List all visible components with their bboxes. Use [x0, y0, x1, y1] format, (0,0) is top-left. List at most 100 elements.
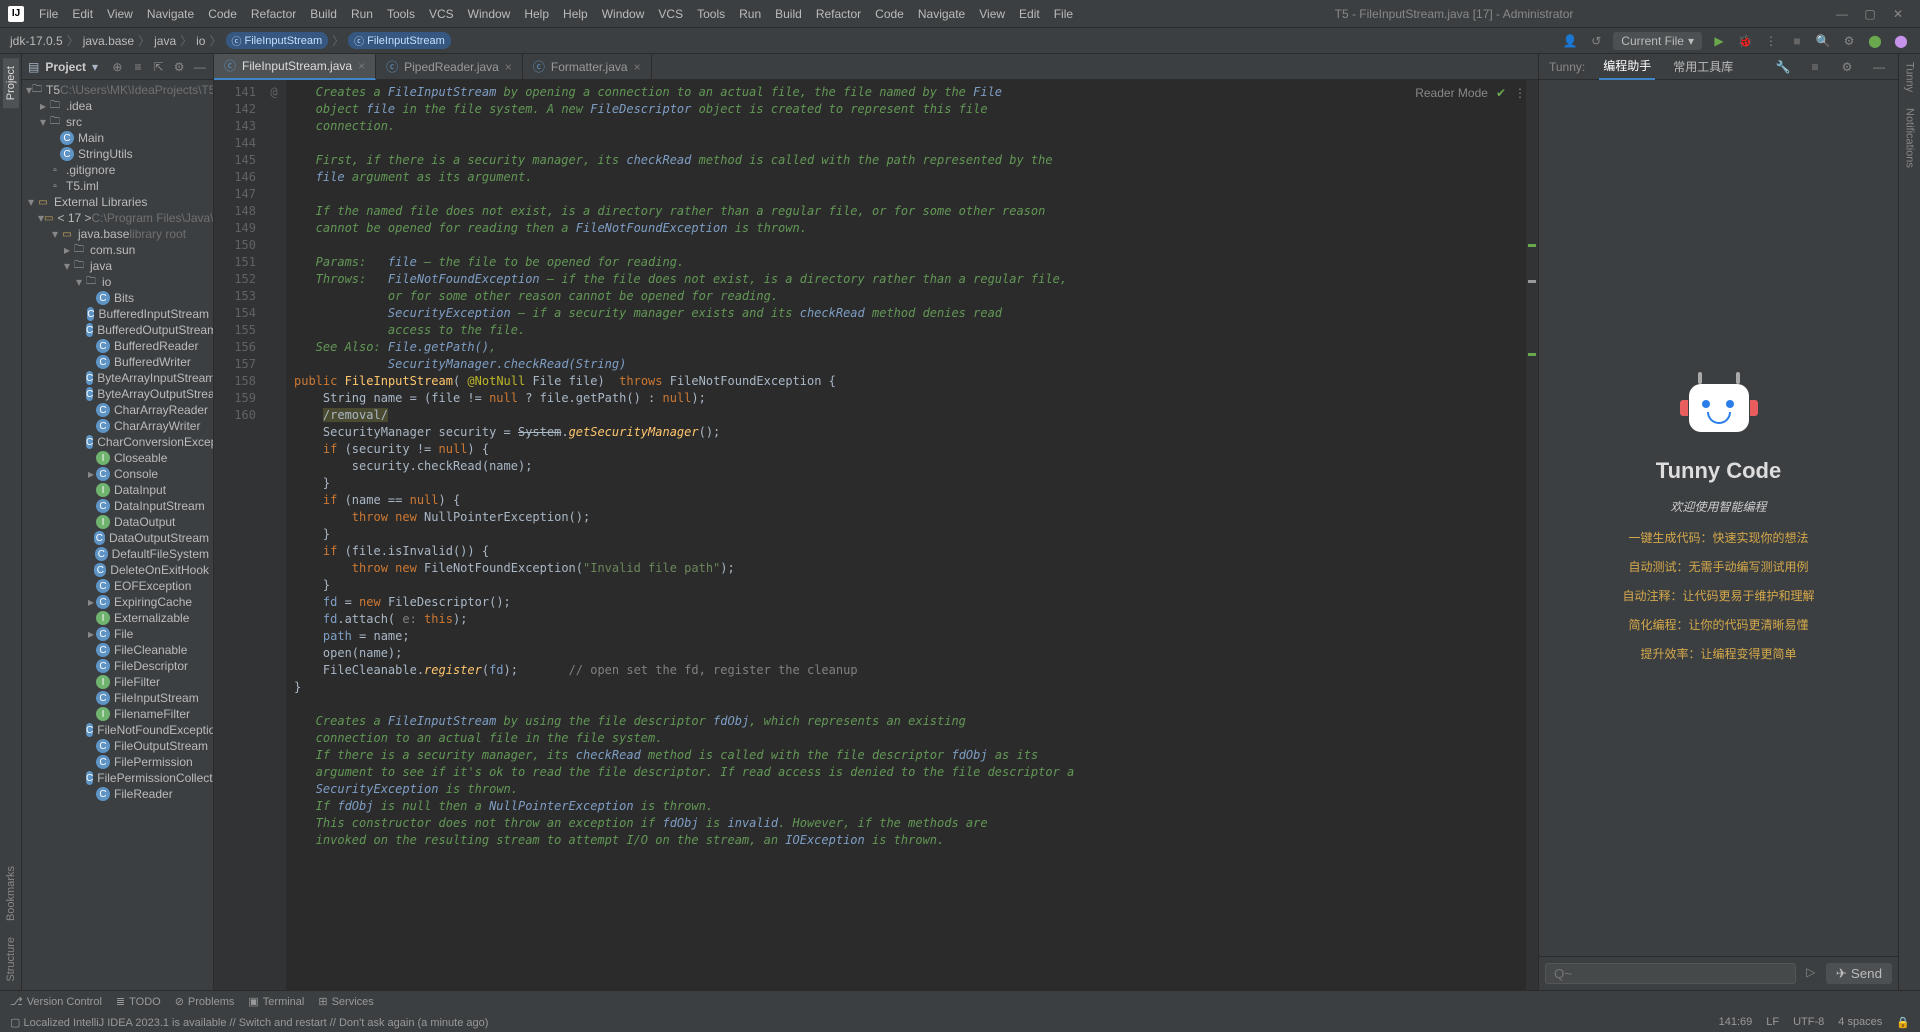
more-icon[interactable]: ⋮	[1514, 86, 1526, 100]
search-icon[interactable]: 🔍	[1814, 32, 1832, 50]
tree-item[interactable]: ▾▭External Libraries	[22, 194, 213, 210]
project-tool-tab[interactable]: Project	[3, 58, 19, 108]
terminal-tab[interactable]: ▣Terminal	[248, 995, 304, 1008]
stop-icon[interactable]: ■	[1788, 32, 1806, 50]
tree-item[interactable]: CFileOutputStream	[22, 738, 213, 754]
tree-item[interactable]: IFileFilter	[22, 674, 213, 690]
menu-edit[interactable]: Edit	[1012, 7, 1047, 21]
editor-minimap[interactable]	[1526, 80, 1538, 990]
menu-vcs[interactable]: VCS	[651, 7, 690, 21]
breadcrumb-item[interactable]: ⓒFileInputStream	[226, 32, 329, 49]
tree-item[interactable]: CByteArrayOutputStream	[22, 386, 213, 402]
tree-item[interactable]: CBufferedWriter	[22, 354, 213, 370]
tunny-tool-tab[interactable]: Tunny	[1902, 54, 1918, 100]
menu-file[interactable]: File	[1047, 7, 1080, 21]
tree-item[interactable]: ▾🗀T5 C:\Users\MK\IdeaProjects\T5	[22, 82, 213, 98]
menu-help[interactable]: Help	[517, 7, 556, 21]
close-tab-icon[interactable]: ×	[358, 59, 365, 73]
bookmarks-tool-tab[interactable]: Bookmarks	[3, 858, 19, 929]
tree-item[interactable]: IFilenameFilter	[22, 706, 213, 722]
tree-item[interactable]: CFileNotFoundException	[22, 722, 213, 738]
tree-item[interactable]: CCharArrayReader	[22, 402, 213, 418]
menu-run[interactable]: Run	[732, 7, 768, 21]
run-config-dropdown[interactable]: Current File ▾	[1613, 32, 1702, 50]
structure-tool-tab[interactable]: Structure	[3, 929, 19, 990]
minimize-button[interactable]: —	[1828, 7, 1856, 21]
gear-icon[interactable]: ⚙	[172, 58, 187, 76]
list-icon[interactable]: ≡	[1806, 58, 1824, 76]
menu-navigate[interactable]: Navigate	[911, 7, 972, 21]
tree-item[interactable]: CBufferedInputStream	[22, 306, 213, 322]
settings-icon[interactable]: ⚙	[1840, 32, 1858, 50]
menu-refactor[interactable]: Refactor	[244, 7, 303, 21]
menu-tools[interactable]: Tools	[690, 7, 732, 21]
menu-build[interactable]: Build	[303, 7, 344, 21]
tree-item[interactable]: ▸CFile	[22, 626, 213, 642]
tree-item[interactable]: CFileInputStream	[22, 690, 213, 706]
file-encoding[interactable]: UTF-8	[1793, 1016, 1824, 1029]
tree-item[interactable]: CFilePermissionCollection	[22, 770, 213, 786]
select-opened-icon[interactable]: ⊕	[110, 58, 125, 76]
menu-window[interactable]: Window	[461, 7, 518, 21]
todo-tab[interactable]: ≣TODO	[116, 995, 161, 1008]
project-tree[interactable]: ▾🗀T5 C:\Users\MK\IdeaProjects\T5▸🗀.idea▾…	[22, 80, 213, 990]
tree-item[interactable]: CDeleteOnExitHook	[22, 562, 213, 578]
tree-item[interactable]: IExternalizable	[22, 610, 213, 626]
tree-item[interactable]: CFileDescriptor	[22, 658, 213, 674]
tree-item[interactable]: CMain	[22, 130, 213, 146]
close-tab-icon[interactable]: ×	[634, 60, 641, 74]
problems-tab[interactable]: ⊘Problems	[175, 995, 235, 1008]
tree-item[interactable]: CFileReader	[22, 786, 213, 802]
line-separator[interactable]: LF	[1766, 1016, 1779, 1029]
tree-item[interactable]: ▸CExpiringCache	[22, 594, 213, 610]
tree-item[interactable]: IDataOutput	[22, 514, 213, 530]
version-control-tab[interactable]: ⎇Version Control	[10, 995, 102, 1008]
tree-item[interactable]: CFileCleanable	[22, 642, 213, 658]
tree-item[interactable]: CBufferedReader	[22, 338, 213, 354]
gear-icon[interactable]: ⚙	[1838, 58, 1856, 76]
breadcrumb-item[interactable]: java	[154, 34, 176, 48]
breadcrumb-item[interactable]: java.base	[83, 34, 134, 48]
tree-item[interactable]: ▾🗀src	[22, 114, 213, 130]
tree-item[interactable]: ICloseable	[22, 450, 213, 466]
editor-body[interactable]: 1411421431441451461471481491501511521531…	[214, 80, 1538, 990]
menu-code[interactable]: Code	[868, 7, 911, 21]
menu-view[interactable]: View	[100, 7, 140, 21]
menu-edit[interactable]: Edit	[65, 7, 100, 21]
menu-window[interactable]: Window	[595, 7, 652, 21]
cursor-position[interactable]: 141:69	[1719, 1016, 1753, 1029]
editor-tab[interactable]: ⓒFormatter.java×	[523, 54, 652, 80]
tree-item[interactable]: ▾▭< 17 > C:\Program Files\Java\jd	[22, 210, 213, 226]
tree-item[interactable]: CDataInputStream	[22, 498, 213, 514]
breadcrumb[interactable]: jdk-17.0.5〉java.base〉java〉io〉ⓒFileInputS…	[10, 32, 451, 49]
send-button[interactable]: ✈ Send	[1826, 963, 1892, 984]
tunny-input[interactable]	[1545, 963, 1796, 984]
editor-tab[interactable]: ⓒFileInputStream.java×	[214, 54, 376, 80]
plugin-icon[interactable]: ⬤	[1866, 32, 1884, 50]
close-tab-icon[interactable]: ×	[505, 60, 512, 74]
tree-item[interactable]: ▫T5.iml	[22, 178, 213, 194]
chevron-down-icon[interactable]: ▾	[92, 60, 98, 74]
menu-view[interactable]: View	[972, 7, 1012, 21]
menu-help[interactable]: Help	[556, 7, 595, 21]
tree-item[interactable]: ▸🗀.idea	[22, 98, 213, 114]
status-message[interactable]: ▢ Localized IntelliJ IDEA 2023.1 is avai…	[10, 1016, 488, 1029]
notifications-tool-tab[interactable]: Notifications	[1902, 100, 1918, 176]
breadcrumb-item[interactable]: ⓒFileInputStream	[348, 32, 451, 49]
run-icon[interactable]: ▶	[1710, 32, 1728, 50]
menu-code[interactable]: Code	[201, 7, 244, 21]
send-arrow-icon[interactable]: ▷	[1802, 963, 1820, 981]
tree-item[interactable]: ▸CConsole	[22, 466, 213, 482]
tree-item[interactable]: CEOFException	[22, 578, 213, 594]
reader-mode-toggle[interactable]: Reader Mode ✔ ⋮	[1415, 86, 1526, 100]
collapse-all-icon[interactable]: ⇱	[151, 58, 166, 76]
code-editor[interactable]: Creates a FileInputStream by opening a c…	[286, 80, 1526, 990]
tree-item[interactable]: CFilePermission	[22, 754, 213, 770]
tree-item[interactable]: ▾🗀io	[22, 274, 213, 290]
editor-tab[interactable]: ⓒPipedReader.java×	[376, 54, 523, 80]
menu-navigate[interactable]: Navigate	[140, 7, 201, 21]
user-icon[interactable]: 👤	[1561, 32, 1579, 50]
readonly-icon[interactable]: 🔒	[1896, 1016, 1910, 1029]
sync-icon[interactable]: ↺	[1587, 32, 1605, 50]
menu-tools[interactable]: Tools	[380, 7, 422, 21]
